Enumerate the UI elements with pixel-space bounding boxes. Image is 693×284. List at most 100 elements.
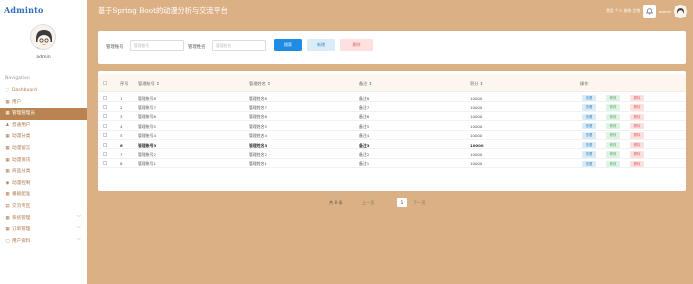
cell-account: 管理账号4 [138, 133, 157, 139]
pager-next[interactable]: 下一页 [413, 200, 426, 206]
chevron-down-icon: ﹀ [76, 215, 82, 221]
cell-note: 备注1 [359, 161, 370, 167]
view-button[interactable]: 查看 [582, 141, 596, 149]
row-checkbox[interactable] [103, 95, 107, 100]
edit-button[interactable]: 修改 [606, 160, 620, 167]
sidebar-item-13[interactable]: ▢ 用户资料 ﹀ [0, 236, 87, 248]
header-account[interactable]: 管理账号 ⇕ [138, 81, 160, 87]
cell-points: 10000 [470, 142, 484, 148]
cell-index: 4 [120, 123, 123, 129]
name-label: 管理姓名 [188, 45, 206, 50]
cell-name: 管理姓名6 [249, 114, 268, 120]
sidebar-item-label: 用户 [12, 99, 22, 105]
row-delete-button[interactable]: 删除 [630, 160, 644, 167]
header-index: 序号 [120, 81, 129, 86]
sidebar-item-label: 商品分类 [12, 169, 31, 175]
table-row: 3 管理账号6 管理姓名6 备注6 10000 查看 修改 删除 [98, 112, 686, 122]
name-search-input[interactable]: 管理姓名 [212, 40, 266, 51]
table-panel: 序号 管理账号 ⇕ 管理姓名 ⇕ 备注 ⇕ 积分 ⇕ 操作 1 管理账号8 管理姓名… [98, 71, 686, 191]
cell-account: 管理账号1 [138, 161, 157, 167]
row-checkbox[interactable] [103, 133, 107, 138]
cell-points: 10000 [470, 95, 483, 101]
edit-button[interactable]: 修改 [606, 104, 620, 111]
sidebar-nav: ◌ Dashboard ▦ 用户 ▦ 管理管理员 ♟ 普通用户 ▦ 动漫分类 ▦ 动漫留言 ▦ 动漫资讯 ▦… [0, 85, 87, 247]
edit-button[interactable]: 修改 [606, 151, 620, 158]
sidebar-item-7[interactable]: ▦ 商品分类 [0, 166, 87, 178]
cell-index: 5 [120, 133, 123, 139]
sidebar-item-label: 用户资料 [12, 238, 31, 244]
sidebar-item-6[interactable]: ▦ 动漫资讯 [0, 155, 87, 167]
bell-icon[interactable] [643, 4, 657, 18]
chevron-down-icon: ﹀ [76, 238, 82, 244]
nav-title: Navigation [5, 76, 30, 81]
row-delete-button[interactable]: 删除 [630, 113, 644, 120]
row-checkbox[interactable] [103, 161, 107, 166]
row-delete-button[interactable]: 删除 [630, 151, 644, 158]
sidebar-item-4[interactable]: ▦ 动漫分类 [0, 131, 87, 143]
table-row: 7 管理账号2 管理姓名2 备注2 10000 查看 修改 删除 [98, 149, 686, 159]
edit-button[interactable]: 修改 [606, 94, 620, 102]
cell-index: 2 [120, 104, 123, 110]
account-label: 管理账号 [106, 45, 124, 50]
view-button[interactable]: 查看 [582, 104, 596, 111]
edit-button[interactable]: 修改 [606, 132, 620, 139]
edit-button[interactable]: 修改 [606, 113, 620, 120]
grid-icon: ▦ [5, 215, 10, 221]
pager-current[interactable]: 1 [397, 198, 407, 207]
row-delete-button[interactable]: 删除 [630, 104, 644, 111]
account-search-input[interactable]: 管理账号 [130, 40, 184, 51]
header-note[interactable]: 备注 ⇕ [359, 81, 372, 87]
row-delete-button[interactable]: 删除 [630, 94, 644, 102]
header-name[interactable]: 管理姓名 ⇕ [249, 81, 271, 87]
search-button[interactable]: 搜索 [274, 39, 302, 51]
view-button[interactable]: 查看 [582, 94, 596, 102]
pagination: 共 8 条 上一页 1 下一页 [0, 198, 693, 208]
sidebar-item-label: 系统管理 [12, 215, 31, 221]
select-all-checkbox[interactable] [103, 81, 107, 85]
cell-note: 备注7 [359, 104, 370, 110]
cell-points: 10000 [470, 161, 483, 167]
pager-prev[interactable]: 上一页 [362, 200, 375, 206]
row-checkbox[interactable] [103, 104, 107, 109]
view-button[interactable]: 查看 [582, 132, 596, 139]
delete-button[interactable]: 删除 [340, 39, 373, 51]
topbar-username[interactable]: admin [659, 9, 671, 14]
row-checkbox[interactable] [103, 123, 107, 128]
cell-account: 管理账号7 [138, 104, 157, 110]
row-checkbox[interactable] [103, 114, 107, 119]
sidebar-item-label: 动漫留言 [12, 145, 31, 151]
row-checkbox[interactable] [103, 151, 107, 156]
row-checkbox[interactable] [103, 142, 107, 147]
row-delete-button[interactable]: 删除 [630, 122, 644, 130]
cell-name: 管理姓名4 [249, 133, 268, 139]
sidebar-item-11[interactable]: ▦ 系统管理 ﹀ [0, 213, 87, 225]
user-avatar[interactable] [674, 4, 687, 18]
row-delete-button[interactable]: 删除 [630, 132, 644, 139]
cell-note: 备注5 [359, 123, 370, 129]
topbar-links[interactable]: 首页 个人 修改 注销 [606, 8, 640, 14]
cell-account: 管理账号2 [138, 151, 157, 157]
app-logo[interactable]: Adminto [0, 0, 87, 20]
grid-icon: ▦ [5, 227, 10, 233]
view-button[interactable]: 查看 [582, 160, 596, 167]
header-points[interactable]: 积分 ⇕ [470, 81, 483, 87]
add-button[interactable]: 新增 [307, 39, 335, 51]
row-delete-button[interactable]: 删除 [630, 141, 644, 149]
cell-index: 1 [120, 95, 123, 101]
edit-button[interactable]: 修改 [606, 141, 620, 149]
sidebar-item-12[interactable]: ▦ 订单管理 ﹀ [0, 224, 87, 236]
view-button[interactable]: 查看 [582, 113, 596, 120]
sidebar-item-8[interactable]: ◉ 动漫控制 [0, 178, 87, 190]
cell-points: 10000 [470, 114, 483, 120]
sidebar-item-2[interactable]: ▦ 管理管理员 [0, 108, 87, 120]
edit-button[interactable]: 修改 [606, 122, 620, 130]
view-button[interactable]: 查看 [582, 122, 596, 130]
sidebar-item-0[interactable]: ◌ Dashboard [0, 85, 87, 97]
sidebar-item-3[interactable]: ♟ 普通用户 [0, 120, 87, 132]
grid-icon: ▦ [5, 157, 10, 163]
sidebar-item-5[interactable]: ▦ 动漫留言 [0, 143, 87, 155]
table-row: 4 管理账号5 管理姓名5 备注5 10000 查看 修改 删除 [98, 121, 686, 131]
cell-name: 管理姓名1 [249, 161, 268, 167]
sidebar-item-1[interactable]: ▦ 用户 [0, 97, 87, 109]
view-button[interactable]: 查看 [582, 151, 596, 158]
